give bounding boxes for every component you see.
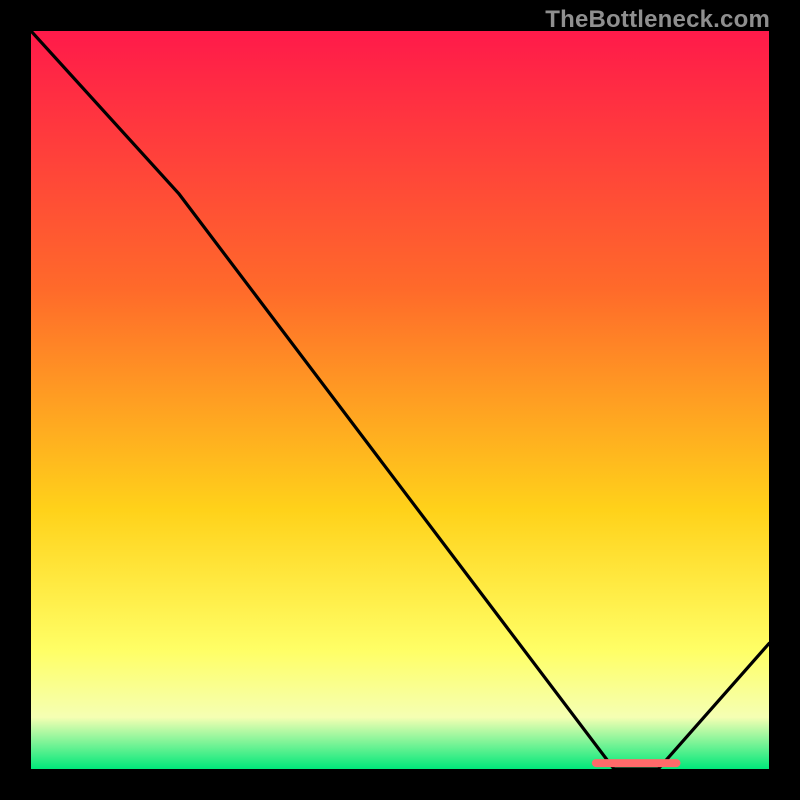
watermark-text: TheBottleneck.com (545, 6, 770, 34)
gradient-background (31, 31, 769, 769)
chart-stage: TheBottleneck.com (0, 0, 800, 800)
optimum-marker (592, 759, 681, 767)
plot-area (31, 31, 769, 769)
chart-svg (31, 31, 769, 769)
